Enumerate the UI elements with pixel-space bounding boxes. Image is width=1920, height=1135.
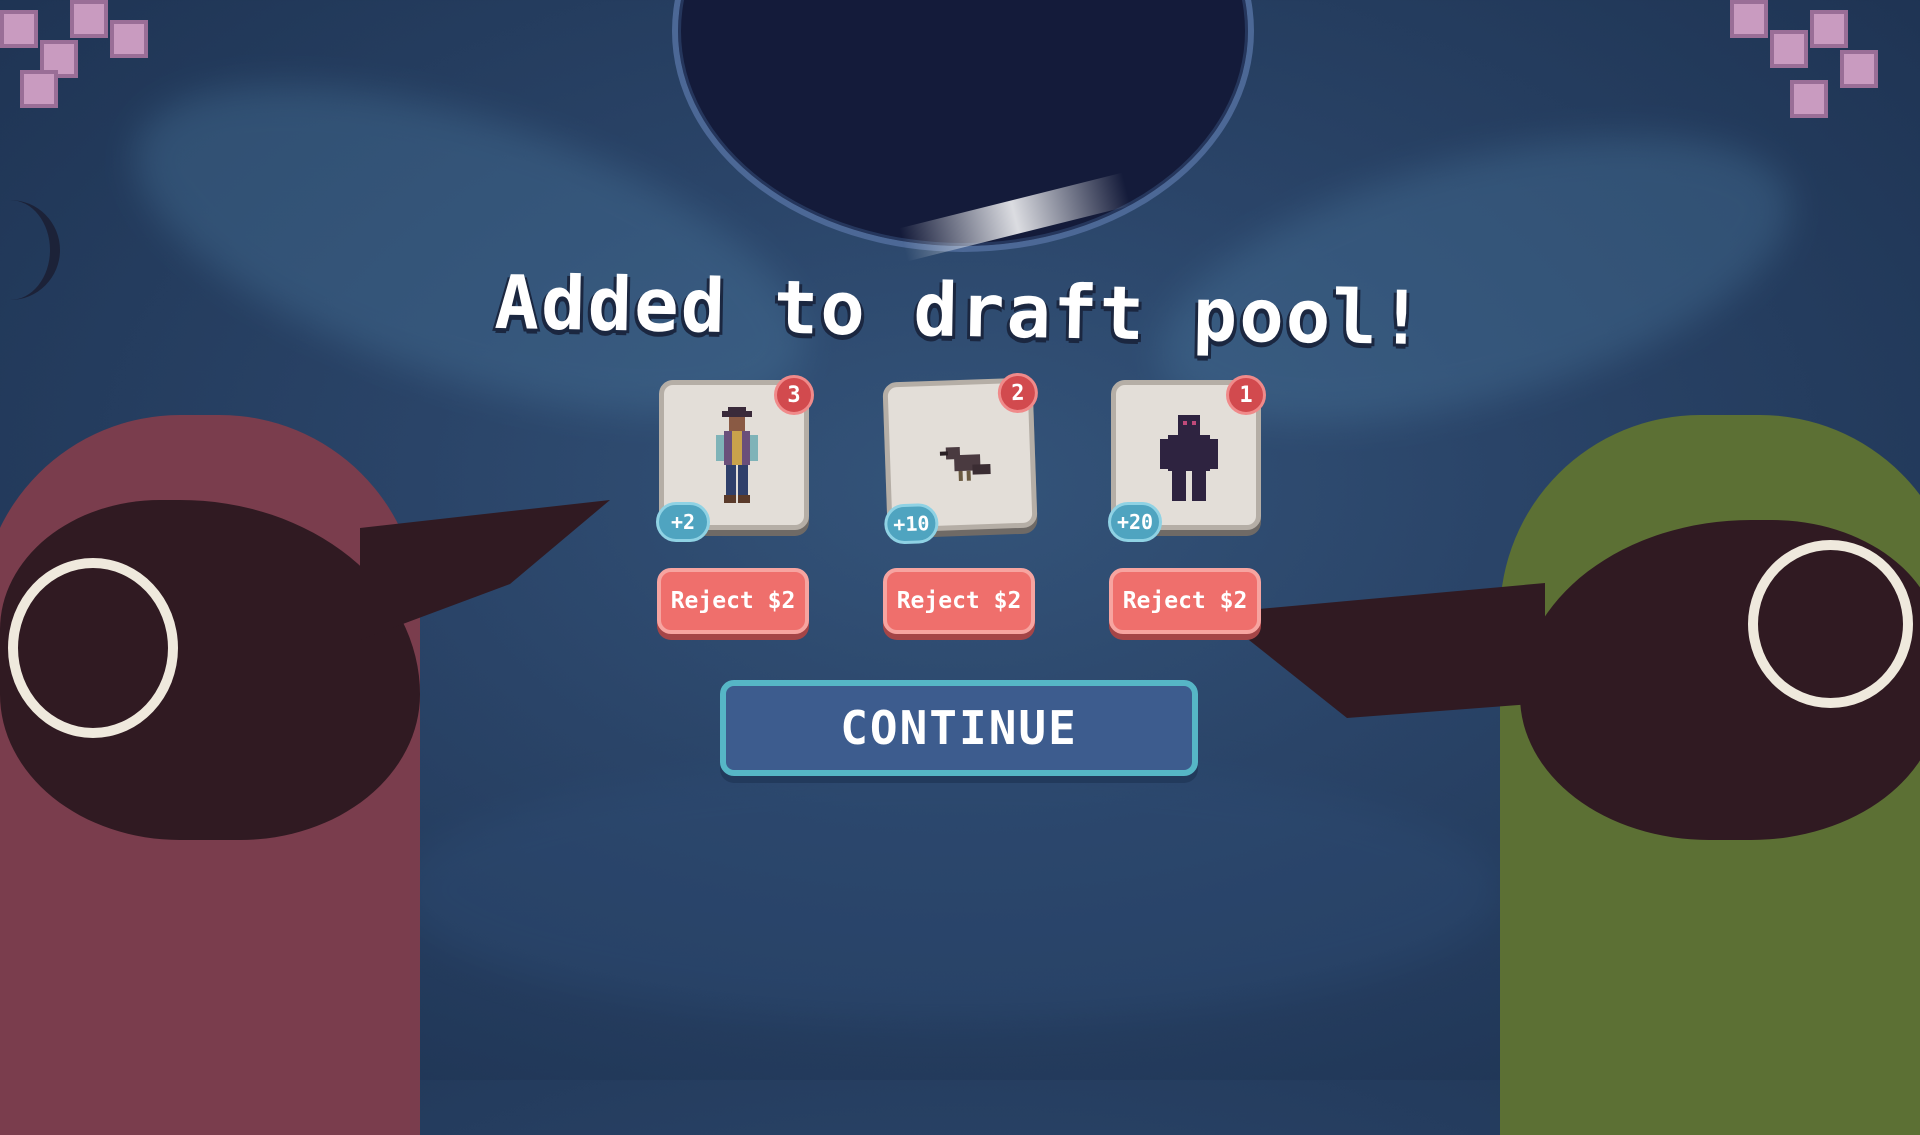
card-count-badge: 3 xyxy=(774,375,814,415)
card-value-badge: +2 xyxy=(656,502,710,542)
card-count-badge: 2 xyxy=(997,372,1039,414)
card-value-badge: +10 xyxy=(883,502,940,545)
draft-card[interactable]: 1 +20 xyxy=(1108,375,1266,542)
left-bird-eye xyxy=(8,558,178,738)
card-value-badge: +20 xyxy=(1108,502,1162,542)
crow-icon xyxy=(939,447,991,482)
shadow-creature-icon xyxy=(1160,415,1218,501)
reject-button[interactable]: Reject $2 xyxy=(883,568,1035,634)
right-bird-eye xyxy=(1748,540,1913,708)
cowboy-figure-icon xyxy=(716,407,758,503)
reject-button[interactable]: Reject $2 xyxy=(1109,568,1261,634)
continue-button[interactable]: CONTINUE xyxy=(720,680,1198,776)
reject-button[interactable]: Reject $2 xyxy=(657,568,809,634)
cherry-blossom-top-left xyxy=(0,0,170,120)
cherry-blossom-top-right xyxy=(1710,0,1880,120)
draft-card[interactable]: 2 +10 xyxy=(882,372,1039,545)
draft-card[interactable]: 3 +2 xyxy=(656,375,814,542)
card-count-badge: 1 xyxy=(1226,375,1266,415)
